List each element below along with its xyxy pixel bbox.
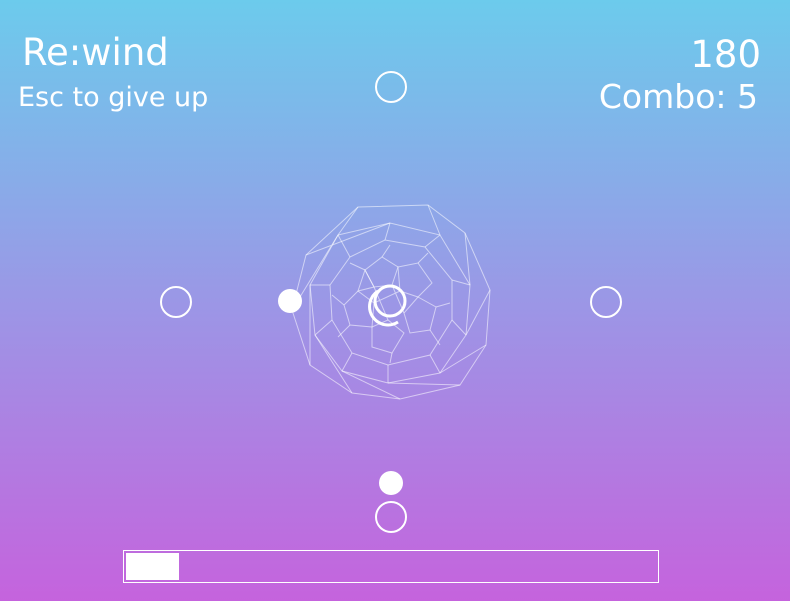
note-bottom [379,471,403,495]
target-ring-right-icon [590,286,622,318]
score-counter: 180 [690,33,761,76]
song-progress-bar [123,550,659,583]
give-up-hint: Esc to give up [18,82,209,113]
combo-counter: Combo: 5 [598,77,758,116]
center-orb-icon [291,204,491,400]
target-ring-bottom-icon [375,501,407,533]
target-ring-top-icon [375,71,407,103]
game-title: Re:wind [22,31,169,74]
song-progress-fill [126,553,179,580]
target-ring-left-icon [160,286,192,318]
